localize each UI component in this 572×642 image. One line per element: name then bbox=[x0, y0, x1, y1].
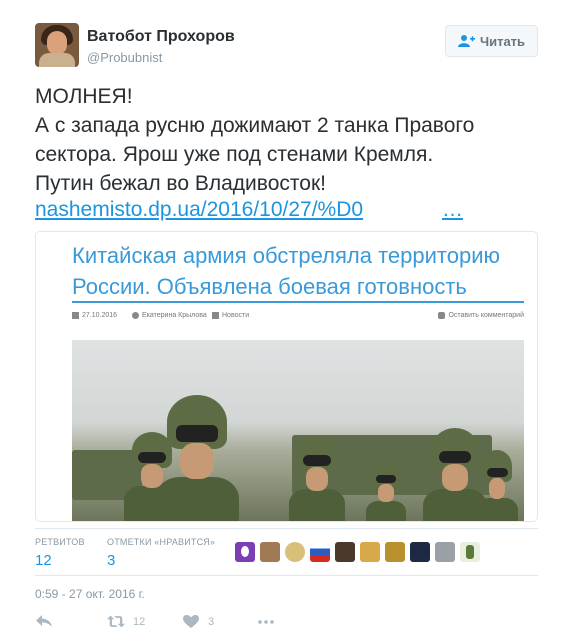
likes-stat[interactable]: ОТМЕТКИ «НРАВИТСЯ» 3 bbox=[107, 537, 215, 569]
card-meta-date-text: 27.10.2016 bbox=[82, 312, 118, 319]
likes-count: 3 bbox=[107, 552, 116, 569]
comment-icon bbox=[438, 312, 446, 319]
retweets-label: РЕТВИТОВ bbox=[35, 537, 85, 547]
more-icon bbox=[258, 620, 274, 624]
liker-avatar[interactable] bbox=[360, 542, 380, 562]
reply-icon bbox=[36, 615, 52, 627]
tweet-actions: 12 3 bbox=[35, 614, 335, 632]
tweet-timestamp[interactable]: 0:59 - 27 окт. 2016 г. bbox=[35, 587, 145, 601]
card-meta: 27.10.2016 Екатерина Крылова Новости Ост… bbox=[72, 312, 524, 324]
photo-soldier bbox=[422, 428, 488, 521]
like-button[interactable]: 3 bbox=[182, 614, 214, 629]
user-icon bbox=[132, 312, 139, 319]
heart-icon bbox=[183, 615, 199, 628]
follow-button[interactable]: Читать bbox=[445, 25, 538, 57]
tweet-line: А с запада русню дожимают 2 танка Правог… bbox=[35, 114, 475, 137]
card-divider bbox=[72, 301, 524, 303]
photo-soldier bbox=[366, 460, 406, 521]
card-meta-author: Екатерина Крылова bbox=[132, 312, 207, 319]
add-user-icon bbox=[457, 35, 475, 47]
retweet-action-count: 12 bbox=[133, 615, 146, 628]
liker-avatar[interactable] bbox=[385, 542, 405, 562]
likers-avatars bbox=[235, 542, 480, 562]
follow-button-label: Читать bbox=[479, 33, 526, 49]
card-meta-author-text: Екатерина Крылова bbox=[142, 312, 207, 319]
card-meta-category: Новости bbox=[212, 312, 249, 319]
card-meta-comment-text: Оставить комментарий bbox=[448, 312, 524, 319]
tweet-stats: РЕТВИТОВ 12 ОТМЕТКИ «НРАВИТСЯ» 3 bbox=[35, 528, 538, 576]
liker-avatar[interactable] bbox=[335, 542, 355, 562]
author-avatar[interactable] bbox=[35, 23, 79, 67]
tweet-text: МОЛНЕЯ! А с запада русню дожимают 2 танк… bbox=[35, 82, 540, 198]
retweet-icon bbox=[107, 615, 125, 628]
photo-soldier bbox=[289, 435, 345, 521]
photo-soldier bbox=[476, 450, 518, 521]
more-button[interactable] bbox=[257, 614, 275, 629]
liker-avatar[interactable] bbox=[435, 542, 455, 562]
reply-button[interactable] bbox=[35, 614, 53, 629]
retweets-stat[interactable]: РЕТВИТОВ 12 bbox=[35, 537, 85, 569]
tweet-line: сектора. Ярош уже под стенами Кремля. bbox=[35, 143, 434, 166]
card-meta-comment: Оставить комментарий bbox=[438, 312, 524, 319]
liker-avatar[interactable] bbox=[285, 542, 305, 562]
liker-avatar[interactable] bbox=[460, 542, 480, 562]
likes-label: ОТМЕТКИ «НРАВИТСЯ» bbox=[107, 537, 216, 547]
avatar-face bbox=[47, 31, 67, 55]
card-headline-line: Китайская армия обстреляла территорию bbox=[72, 243, 500, 268]
calendar-icon bbox=[72, 312, 79, 319]
liker-avatar[interactable] bbox=[410, 542, 430, 562]
liker-avatar[interactable] bbox=[260, 542, 280, 562]
card-photo-soldiers bbox=[72, 340, 524, 521]
card-headline-line: России. Объявлена боевая готовность bbox=[72, 274, 467, 299]
tweet-line: МОЛНЕЯ! bbox=[35, 85, 133, 108]
card-meta-date: 27.10.2016 bbox=[72, 312, 117, 319]
card-headline: Китайская армия обстреляла территорию Ро… bbox=[72, 240, 532, 302]
tweet-link-ellipsis[interactable]: … bbox=[442, 195, 463, 224]
avatar-body bbox=[39, 53, 75, 67]
card-meta-category-text: Новости bbox=[222, 312, 250, 319]
folder-icon bbox=[212, 312, 219, 319]
liker-avatar[interactable] bbox=[310, 542, 330, 562]
photo-soldier bbox=[155, 395, 239, 521]
retweets-count: 12 bbox=[35, 552, 52, 569]
tweet-line: Путин бежал во Владивосток! bbox=[35, 172, 326, 195]
like-action-count: 3 bbox=[208, 615, 215, 628]
tweet-link[interactable]: nashemisto.dp.ua/2016/10/27/%D0 bbox=[35, 195, 363, 224]
liker-avatar[interactable] bbox=[235, 542, 255, 562]
retweet-button[interactable]: 12 bbox=[107, 614, 145, 629]
author-display-name[interactable]: Ватобот Прохоров bbox=[87, 28, 235, 46]
link-preview-card[interactable]: Китайская армия обстреляла территорию Ро… bbox=[35, 231, 538, 522]
author-screen-name[interactable]: @Probubnist bbox=[87, 50, 162, 65]
